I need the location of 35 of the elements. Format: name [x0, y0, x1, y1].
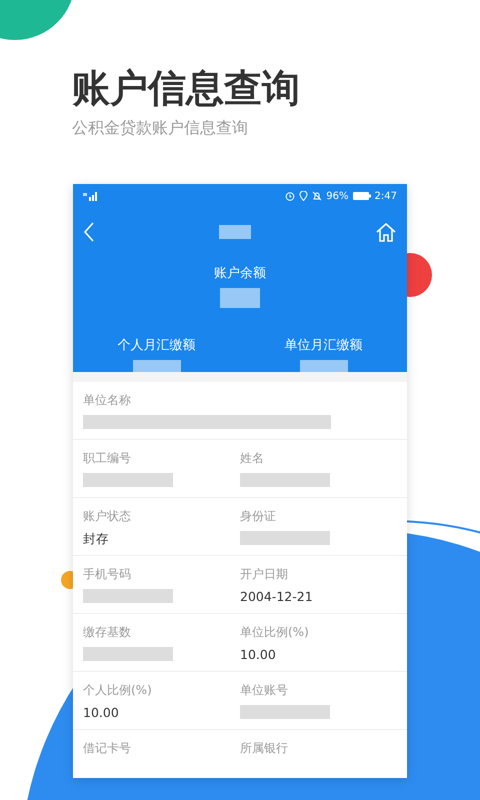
back-icon[interactable]	[83, 222, 95, 242]
field-value: 封存	[83, 531, 110, 548]
alarm-icon	[285, 191, 296, 201]
balance-label: 账户余额	[214, 265, 266, 282]
field-label: 借记卡号	[83, 740, 132, 757]
field-label: 身份证	[240, 508, 277, 525]
field-label: 手机号码	[83, 566, 132, 583]
field-label: 缴存基数	[83, 624, 132, 641]
blurred-title	[219, 225, 251, 239]
blurred-value	[300, 360, 348, 372]
location-icon	[299, 191, 308, 201]
field-value: 2004-12-21	[240, 589, 314, 604]
page-title: 账户信息查询	[72, 65, 300, 112]
field-label: 单位比例(%)	[240, 624, 310, 641]
field-label: 姓名	[240, 450, 265, 467]
field-label: 账户状态	[83, 508, 132, 525]
field-value: 10.00	[240, 647, 277, 662]
bell-off-icon	[312, 191, 322, 201]
field-label: 个人比例(%)	[83, 682, 153, 699]
home-icon[interactable]	[375, 222, 397, 242]
field-label: 单位账号	[240, 682, 289, 699]
field-value: 10.00	[83, 705, 120, 720]
blurred-value	[220, 288, 260, 308]
contribution-label: 个人月汇缴额	[118, 337, 196, 354]
blurred-value	[132, 360, 180, 372]
battery-percent: 96%	[326, 190, 349, 202]
field-label: 单位名称	[83, 392, 132, 409]
field-label: 职工编号	[83, 450, 132, 467]
field-label: 所属银行	[240, 740, 289, 757]
signal-icon	[83, 192, 97, 200]
field-label: 开户日期	[240, 566, 289, 583]
contribution-label: 单位月汇缴额	[284, 337, 362, 354]
battery-icon	[352, 192, 371, 200]
page-subtitle: 公积金贷款账户信息查询	[72, 118, 249, 139]
status-time: 2:47	[374, 190, 397, 202]
